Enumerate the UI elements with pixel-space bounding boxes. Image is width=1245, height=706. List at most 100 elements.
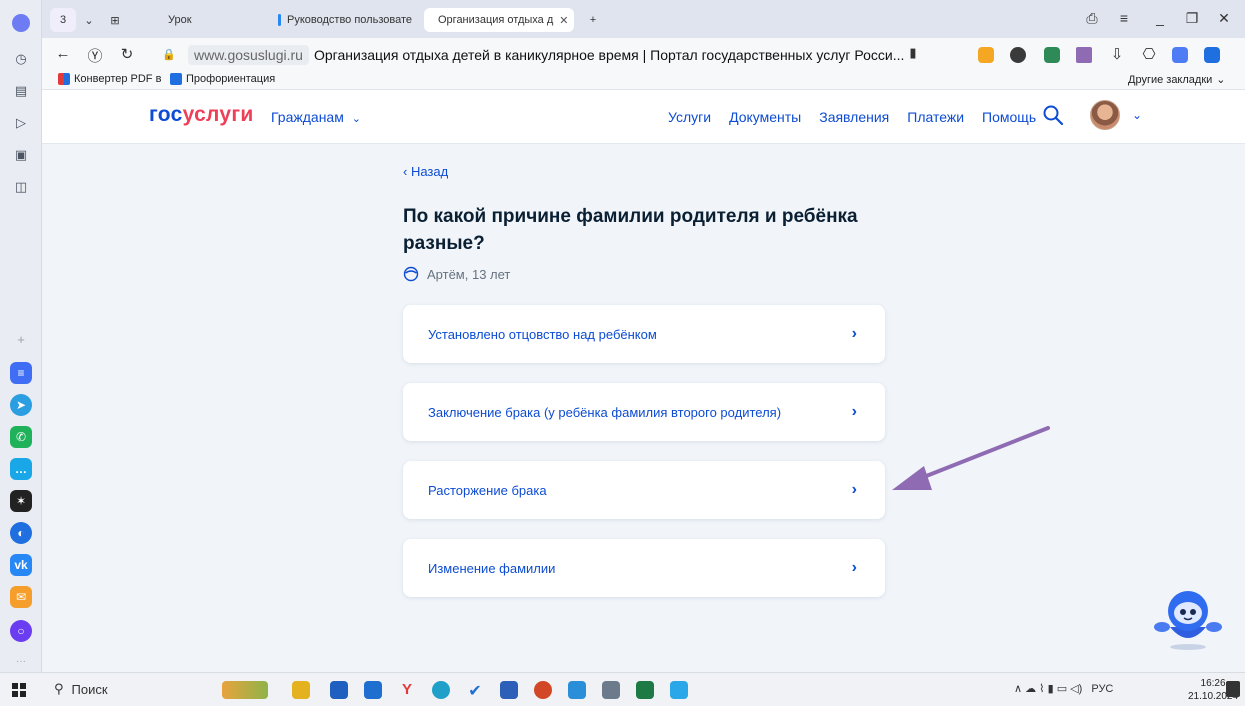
tab-label: Организация отдыха д: [438, 14, 554, 26]
logo-part-gos: гос: [149, 103, 183, 126]
option-divorce[interactable]: Расторжение брака ›: [403, 461, 885, 519]
tab-active-gosuslugi[interactable]: Организация отдыха д ✕: [424, 8, 574, 32]
extension-count-icon[interactable]: [1204, 47, 1220, 63]
store-icon[interactable]: [330, 681, 348, 699]
messenger-taskbar-icon[interactable]: [670, 681, 688, 699]
bookmark-pdf-converter[interactable]: Конвертер PDF в: [58, 73, 161, 85]
taskbar-search-label: Поиск: [71, 681, 108, 697]
other-bookmarks[interactable]: Другие закладки ⌄: [1128, 73, 1226, 87]
screen: ◷ ▤ ▷ ▣ ◫ + ≡ ➤ ✆ … ✶ ◐ vk ✉ ○ ··· 3 ⌄ ⊞…: [0, 0, 1245, 706]
telegram-icon[interactable]: ➤: [10, 394, 32, 416]
edge-icon[interactable]: [432, 681, 450, 699]
nav-documents[interactable]: Документы: [729, 109, 801, 125]
sound-extension-icon[interactable]: [978, 47, 994, 63]
citizens-menu[interactable]: Гражданам ⌄: [271, 109, 361, 125]
close-tab-icon[interactable]: ✕: [559, 14, 568, 27]
tab-bar: 3 ⌄ ⊞ Урок Руководство пользовате Органи…: [42, 0, 1245, 38]
address-page-title[interactable]: Организация отдыха детей в каникулярное …: [314, 47, 904, 63]
minimize-icon[interactable]: _: [1150, 10, 1170, 26]
download-icon[interactable]: ⇩: [1108, 45, 1126, 63]
excel-icon[interactable]: [636, 681, 654, 699]
bookmark-career[interactable]: Профориентация: [170, 73, 275, 85]
option-paternity[interactable]: Установлено отцовство над ребёнком ›: [403, 305, 885, 363]
nav-applications[interactable]: Заявления: [819, 109, 889, 125]
todo-icon[interactable]: ✔: [466, 681, 484, 700]
alice-icon[interactable]: ○: [10, 620, 32, 642]
nav-help[interactable]: Помощь: [982, 109, 1036, 125]
option-marriage[interactable]: Заключение брака (у ребёнка фамилия втор…: [403, 383, 885, 441]
bookmarks-panel-icon[interactable]: ⎙: [1082, 10, 1102, 27]
tab-lesson[interactable]: Урок: [160, 8, 260, 32]
zen-icon[interactable]: ✶: [10, 490, 32, 512]
whatsapp-icon[interactable]: ✆: [10, 426, 32, 448]
notepad-icon[interactable]: [602, 681, 620, 699]
yandex-browser-icon[interactable]: Y: [398, 681, 416, 699]
more-icon[interactable]: ···: [10, 650, 32, 672]
extension-badge-icon[interactable]: [1172, 47, 1188, 63]
logo-part-uslugi: услуги: [182, 103, 254, 126]
widgets-icon[interactable]: [222, 681, 268, 699]
restore-icon[interactable]: ❐: [1182, 10, 1202, 27]
notifications-icon[interactable]: [1226, 681, 1240, 697]
file-explorer-icon[interactable]: [292, 681, 310, 699]
tab-counter[interactable]: 3: [50, 8, 76, 32]
search-icon[interactable]: [1042, 104, 1064, 126]
browser-app-icon[interactable]: ◐: [10, 522, 32, 544]
tabs-dropdown-icon[interactable]: ⌄: [78, 8, 100, 32]
vpn-extension-icon[interactable]: [1044, 47, 1060, 63]
nav-services[interactable]: Услуги: [668, 109, 711, 125]
mail-icon[interactable]: ✉: [10, 586, 32, 608]
chevron-right-icon: ›: [851, 559, 857, 576]
language-indicator[interactable]: РУС: [1091, 683, 1113, 695]
collections-icon[interactable]: ▤: [10, 80, 32, 102]
notes-app-icon[interactable]: ≡: [10, 362, 32, 384]
close-window-icon[interactable]: ✕: [1214, 10, 1234, 27]
system-tray[interactable]: ∧ ☁ ⌇ ▮ ▭ ◁) РУС: [1014, 682, 1113, 695]
search-icon: ⚲: [54, 681, 64, 696]
new-tab-icon[interactable]: +: [582, 8, 604, 32]
bookmark-flag-icon[interactable]: ▮: [904, 45, 922, 61]
pdf-converter-icon: [58, 73, 70, 85]
option-label: Расторжение брака: [428, 482, 547, 498]
vk-icon[interactable]: vk: [10, 554, 32, 576]
add-app-icon[interactable]: +: [10, 328, 32, 350]
back-link[interactable]: ‹ Назад: [403, 164, 448, 179]
bookmarks-bar: Конвертер PDF в Профориентация Другие за…: [42, 70, 1245, 90]
option-label: Изменение фамилии: [428, 560, 556, 576]
history-icon[interactable]: ◷: [10, 48, 32, 70]
tab-groups-icon[interactable]: ⊞: [102, 8, 128, 32]
screenshot-icon[interactable]: ◫: [10, 176, 32, 198]
profile-chevron-down-icon[interactable]: ⌄: [1132, 108, 1142, 122]
address-bar-row: ← Ⓨ ↻ 🔒 www.gosuslugi.ru Организация отд…: [42, 38, 1245, 70]
page-title: По какой причине фамилии родителя и ребё…: [403, 206, 858, 254]
option-label: Установлено отцовство над ребёнком: [428, 326, 657, 342]
browser-menu-icon[interactable]: [10, 12, 32, 34]
powerpoint-icon[interactable]: [534, 681, 552, 699]
outlook-icon[interactable]: [364, 681, 382, 699]
messenger-icon[interactable]: …: [10, 458, 32, 480]
taskbar-search[interactable]: ⚲ Поиск: [54, 681, 108, 697]
windows-start-icon[interactable]: [12, 683, 26, 697]
yandex-icon[interactable]: Ⓨ: [86, 45, 104, 66]
back-label: Назад: [410, 164, 449, 179]
play-icon[interactable]: ▷: [10, 112, 32, 134]
browser-menu-lines-icon[interactable]: ≡: [1114, 10, 1134, 26]
gosuslugi-logo[interactable]: госуслуги: [149, 103, 254, 127]
reload-icon[interactable]: ↻: [118, 45, 136, 63]
child-name: Артём, 13 лет: [427, 266, 511, 282]
pen-extension-icon[interactable]: [1076, 47, 1092, 63]
extension-icon[interactable]: [1010, 47, 1026, 63]
translate-icon[interactable]: ⎔: [1140, 45, 1158, 63]
avatar[interactable]: [1090, 100, 1120, 130]
back-arrow-icon[interactable]: ←: [54, 45, 72, 62]
calculator-icon[interactable]: [568, 681, 586, 699]
child-face-icon: [403, 266, 419, 282]
tab-user-guide[interactable]: Руководство пользовате: [270, 8, 420, 32]
option-name-change[interactable]: Изменение фамилии ›: [403, 539, 885, 597]
counter-icon[interactable]: ▣: [10, 144, 32, 166]
assistant-robot-icon[interactable]: [1152, 583, 1224, 653]
word-icon[interactable]: [500, 681, 518, 699]
annotation-arrow-icon: [892, 426, 1050, 490]
nav-payments[interactable]: Платежи: [907, 109, 964, 125]
url-host[interactable]: www.gosuslugi.ru: [188, 45, 309, 65]
